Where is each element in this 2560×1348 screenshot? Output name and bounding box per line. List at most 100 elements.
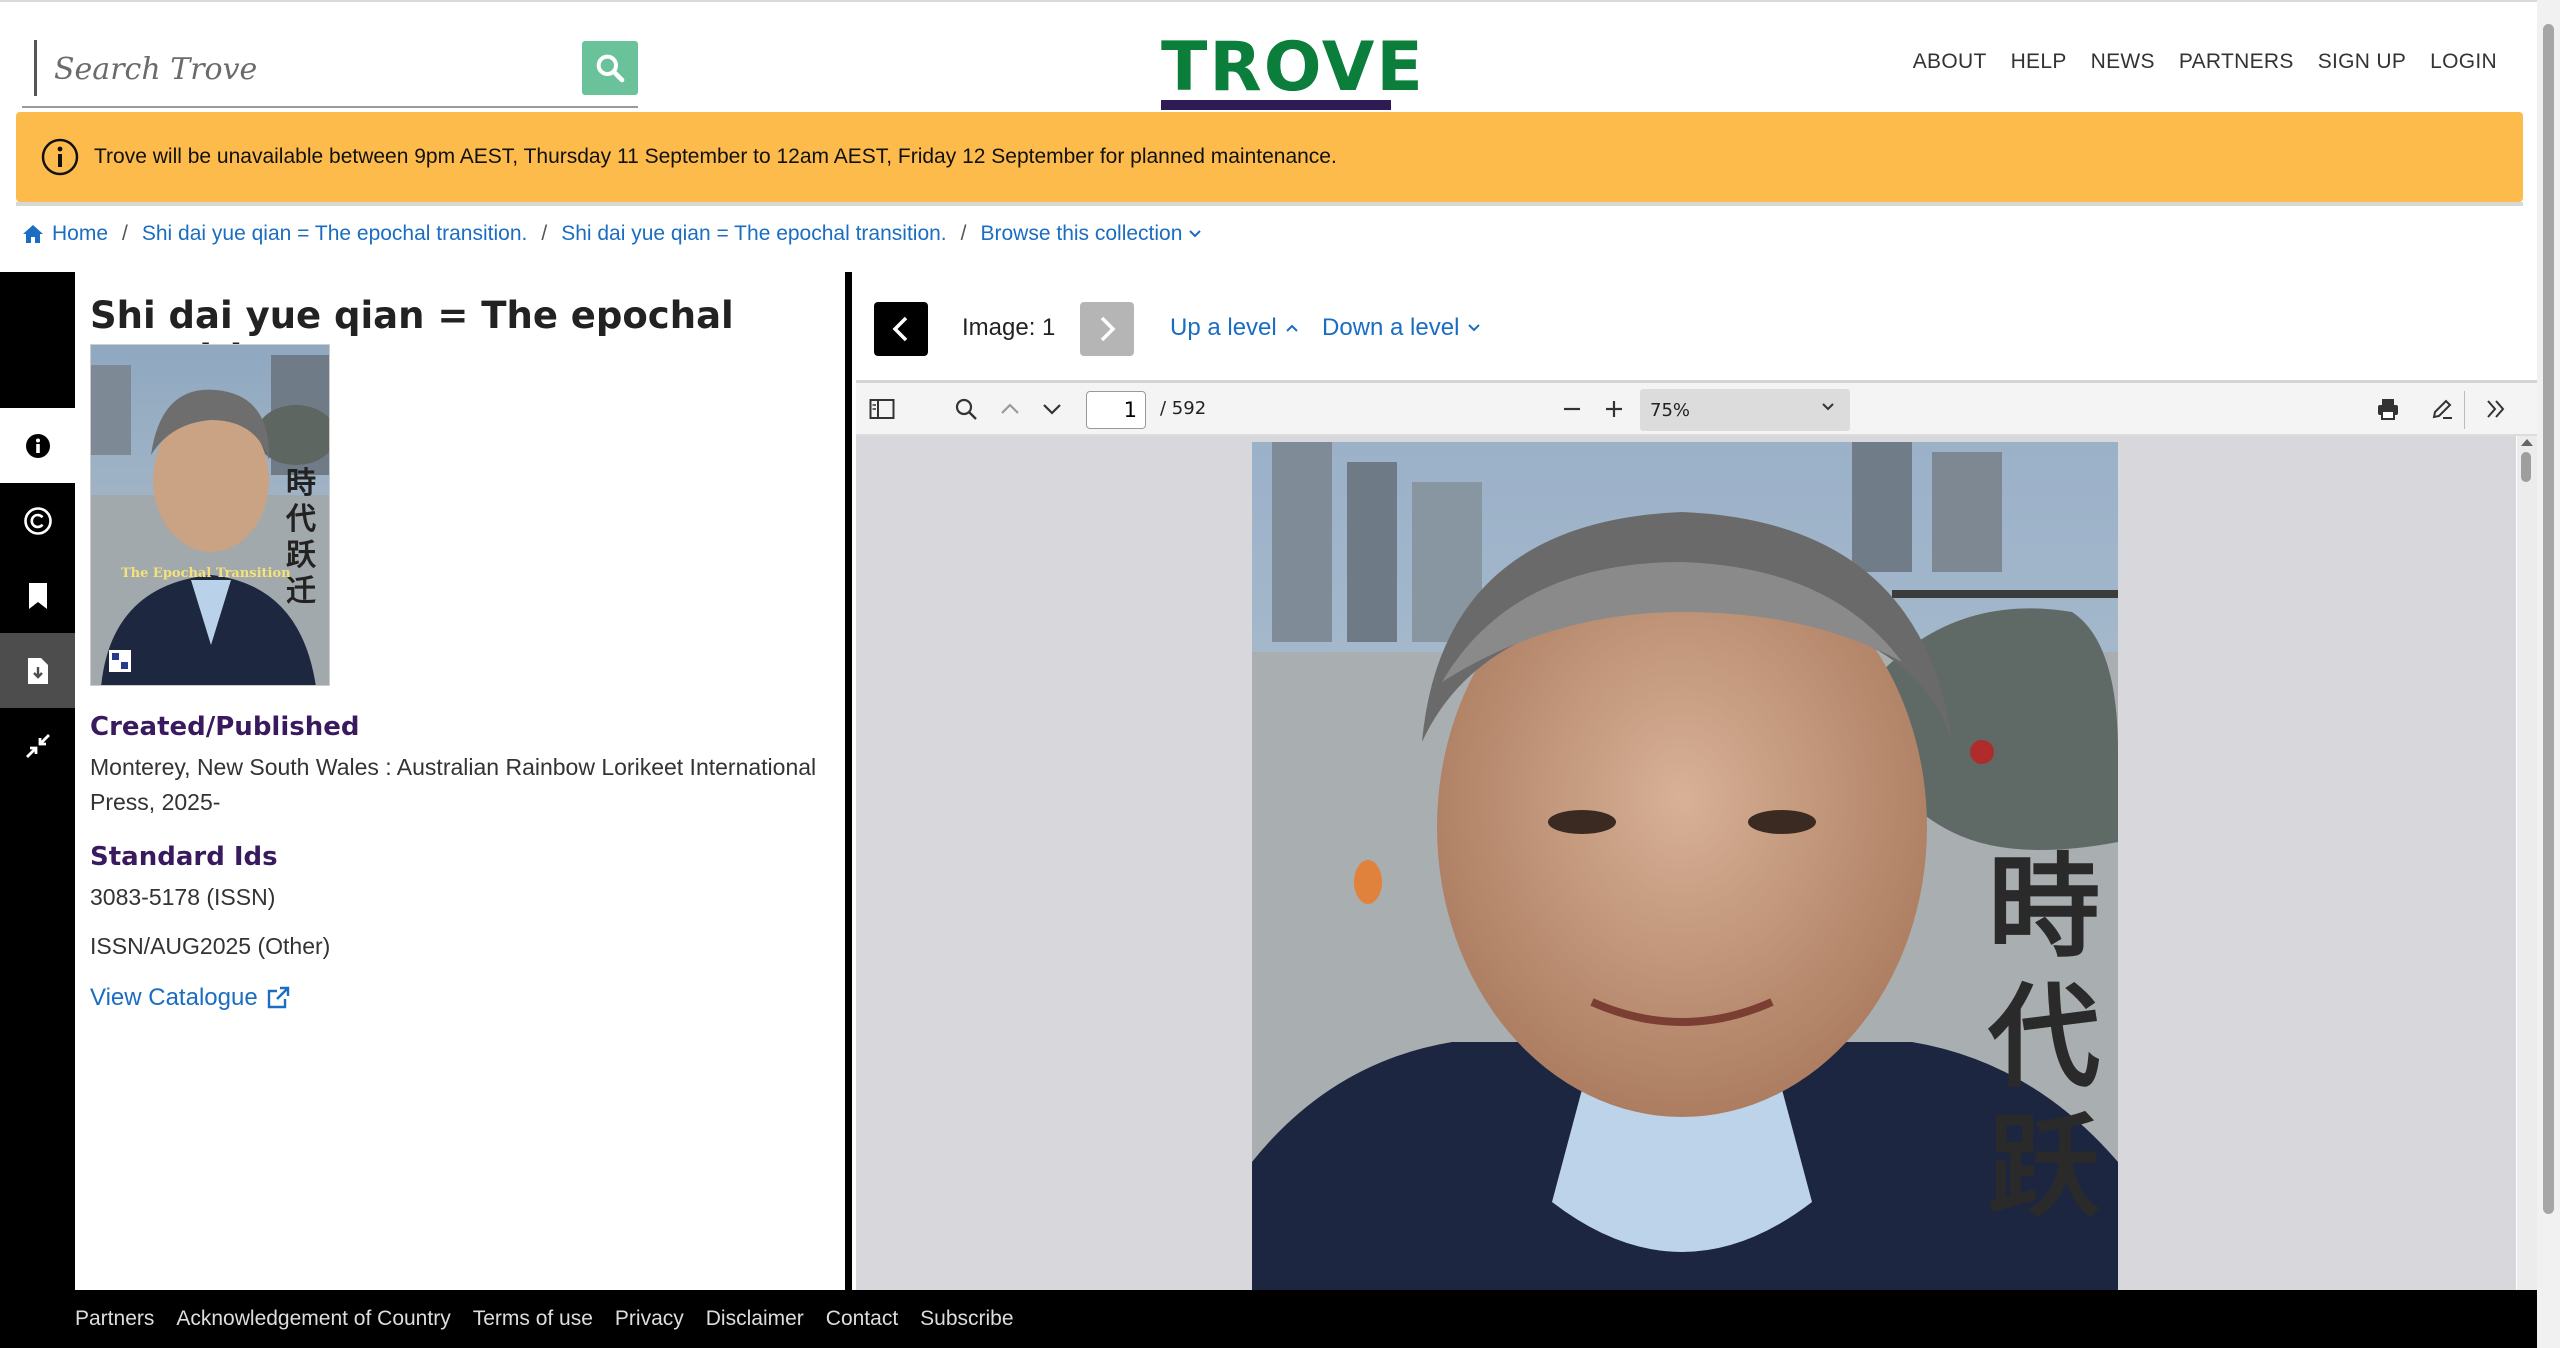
cover-character-2: 代	[1988, 972, 2100, 1103]
search-icon	[955, 398, 977, 420]
find-button[interactable]	[952, 395, 980, 423]
search-box	[22, 38, 638, 108]
viewer-scrollbar-thumb[interactable]	[2521, 452, 2531, 482]
copyright-icon	[23, 506, 52, 535]
print-icon	[2378, 399, 2398, 420]
cover-thumbnail[interactable]: 時 代 跃 迁 The Epochal Transition	[90, 344, 330, 686]
trove-logo[interactable]: TROVE	[1125, 26, 1430, 112]
footer-subscribe-link[interactable]: Subscribe	[920, 1307, 1013, 1331]
view-catalogue-label: View Catalogue	[90, 984, 258, 1011]
zoom-out-button[interactable]	[1558, 395, 1586, 423]
site-footer: Partners Acknowledgement of Country Term…	[0, 1290, 2537, 1348]
footer-privacy-link[interactable]: Privacy	[615, 1307, 684, 1331]
breadcrumb-separator: /	[541, 222, 548, 245]
up-a-level-label: Up a level	[1170, 314, 1277, 341]
rail-copyright-tab[interactable]	[0, 483, 75, 558]
chevron-down-icon	[1043, 404, 1061, 415]
nav-sign-up[interactable]: SIGN UP	[2318, 50, 2406, 74]
plus-icon	[1606, 401, 1622, 417]
zoom-in-button[interactable]	[1600, 395, 1628, 423]
tool-rail	[0, 272, 75, 1290]
double-chevron-right-icon	[2487, 400, 2505, 418]
search-input[interactable]	[54, 44, 574, 94]
chevron-down-icon	[1468, 324, 1481, 332]
breadcrumb-item[interactable]: Shi dai yue qian = The epochal transitio…	[561, 222, 946, 246]
panel-divider[interactable]	[845, 272, 852, 1290]
nav-help[interactable]: HELP	[2011, 50, 2067, 74]
breadcrumb-separator: /	[960, 222, 967, 245]
page-number-input[interactable]	[1086, 391, 1146, 429]
cover-character-3: 跃	[1988, 1102, 2100, 1233]
created-published-heading: Created/Published	[90, 712, 360, 742]
view-catalogue-link[interactable]: View Catalogue	[90, 984, 290, 1012]
info-circle-icon	[41, 138, 79, 176]
chevron-right-icon	[1100, 316, 1116, 342]
search-icon	[596, 54, 625, 83]
zoom-select[interactable]: 75%	[1640, 389, 1850, 431]
rail-bookmark-tab[interactable]	[0, 558, 75, 633]
standard-ids-heading: Standard Ids	[90, 842, 278, 872]
document-viewer: Image: 1 Up a level Down a level 1 / 592…	[852, 272, 2537, 1290]
previous-page-button[interactable]	[996, 395, 1024, 423]
more-tools-button[interactable]	[2482, 395, 2510, 423]
bookmark-icon	[28, 582, 47, 609]
rail-collapse-tab[interactable]	[0, 708, 75, 783]
collapse-arrows-icon	[25, 733, 50, 758]
details-panel: Shi dai yue qian = The epochal transitio…	[75, 272, 845, 1290]
chevron-down-icon	[1822, 403, 1834, 411]
rail-info-tab[interactable]	[0, 408, 75, 483]
rail-download-tab[interactable]	[0, 633, 75, 708]
print-button[interactable]	[2374, 395, 2402, 423]
banner-text: Trove will be unavailable between 9pm AE…	[94, 145, 1337, 168]
document-page-area: 時 代 跃	[856, 436, 2516, 1290]
download-file-icon	[27, 657, 48, 684]
search-button[interactable]	[582, 41, 638, 95]
nav-login[interactable]: LOGIN	[2430, 50, 2497, 74]
image-number-label: Image: 1	[962, 314, 1056, 341]
chevron-up-icon	[1286, 324, 1298, 332]
up-a-level-button[interactable]: Up a level	[1170, 314, 1299, 342]
nav-partners[interactable]: PARTNERS	[2179, 50, 2294, 74]
next-page-button[interactable]	[1038, 395, 1066, 423]
next-image-button[interactable]	[1080, 302, 1134, 356]
footer-terms-link[interactable]: Terms of use	[473, 1307, 593, 1331]
browse-collection-dropdown[interactable]: Browse this collection	[981, 222, 1203, 246]
thumbnail-chars-1: 時	[286, 466, 316, 501]
previous-image-button[interactable]	[874, 302, 928, 356]
scroll-up-arrow-icon	[2521, 439, 2533, 446]
browse-collection-label: Browse this collection	[980, 222, 1183, 245]
standard-id-other: ISSN/AUG2025 (Other)	[90, 933, 331, 959]
page-scrollbar[interactable]	[2537, 0, 2560, 1348]
cover-thumbnail-image: 時 代 跃 迁 The Epochal Transition	[91, 345, 329, 685]
breadcrumb: Home / Shi dai yue qian = The epochal tr…	[22, 222, 1202, 246]
top-navigation: ABOUT HELP NEWS PARTNERS SIGN UP LOGIN	[1913, 50, 2497, 74]
site-header: TROVE ABOUT HELP NEWS PARTNERS SIGN UP L…	[0, 0, 2537, 112]
breadcrumb-home[interactable]: Home	[52, 222, 108, 246]
footer-contact-link[interactable]: Contact	[826, 1307, 898, 1331]
chevron-down-icon	[1189, 230, 1202, 238]
thumbnail-chars-3: 跃	[286, 538, 317, 573]
pdf-toolbar: / 592 75%	[856, 380, 2537, 436]
nav-news[interactable]: NEWS	[2091, 50, 2155, 74]
viewer-scrollbar[interactable]	[2517, 436, 2537, 1290]
draw-button[interactable]	[2428, 395, 2456, 423]
chevron-up-icon	[1001, 403, 1019, 414]
breadcrumb-collection[interactable]: Shi dai yue qian = The epochal transitio…	[142, 222, 527, 246]
external-link-icon	[267, 986, 289, 1009]
nav-about[interactable]: ABOUT	[1913, 50, 1987, 74]
home-icon	[23, 225, 43, 243]
pencil-icon	[2432, 399, 2452, 419]
thumbnail-caption: The Epochal Transition	[121, 566, 291, 581]
search-caret-bar	[34, 40, 37, 96]
page-total: / 592	[1160, 398, 1207, 419]
logo-underline	[1161, 100, 1391, 110]
cover-page-image[interactable]: 時 代 跃	[1252, 442, 2118, 1290]
page-scrollbar-thumb[interactable]	[2543, 24, 2554, 1214]
sidebar-toggle-button[interactable]	[868, 395, 896, 423]
footer-acknowledgement-link[interactable]: Acknowledgement of Country	[176, 1307, 450, 1331]
down-a-level-button[interactable]: Down a level	[1322, 314, 1481, 342]
footer-partners-link[interactable]: Partners	[75, 1307, 154, 1331]
footer-disclaimer-link[interactable]: Disclaimer	[706, 1307, 804, 1331]
maintenance-banner: Trove will be unavailable between 9pm AE…	[16, 112, 2523, 202]
thumbnail-chars-2: 代	[285, 502, 316, 537]
